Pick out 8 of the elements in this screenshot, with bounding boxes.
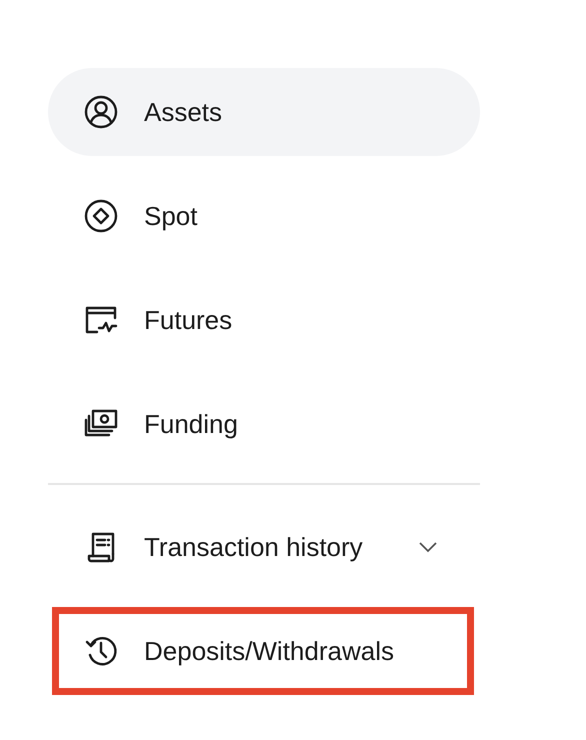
menu-item[interactable]: Funding (48, 380, 480, 468)
menu-item[interactable]: Deposits/Withdrawals (52, 607, 474, 695)
menu-item[interactable]: Spot (48, 172, 480, 260)
chevron-icon[interactable] (418, 541, 438, 553)
user-icon (83, 94, 119, 130)
menu-item[interactable]: Assets (48, 68, 480, 156)
menu-item[interactable]: Futures (48, 276, 480, 364)
menu-item[interactable]: Transaction history (48, 503, 480, 591)
